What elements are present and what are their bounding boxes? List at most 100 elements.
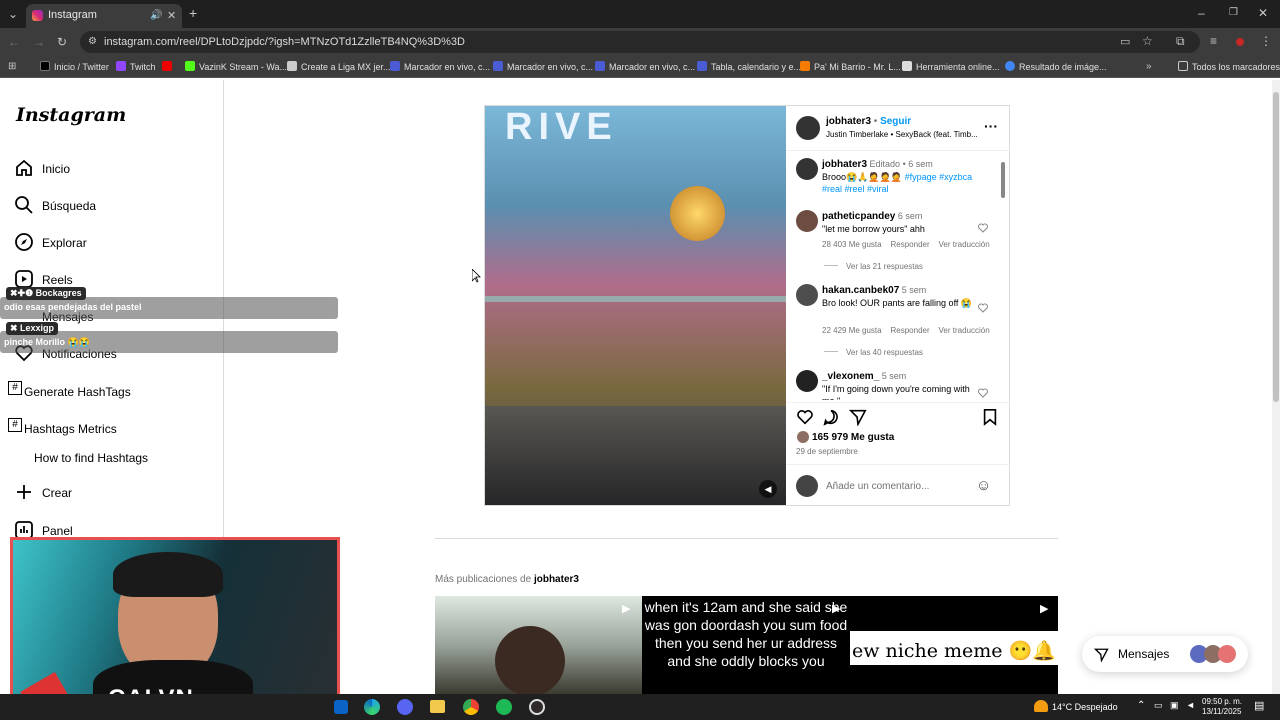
bookmark-item[interactable]: Inicio / Twitter bbox=[40, 61, 109, 72]
avatar[interactable] bbox=[796, 284, 818, 306]
comment-likes[interactable]: 22 429 Me gusta bbox=[822, 326, 882, 335]
caption-hashtags[interactable]: #fypage #xyzbca bbox=[905, 172, 973, 182]
reload-icon[interactable]: ↻ bbox=[57, 36, 67, 48]
forward-icon[interactable]: → bbox=[33, 36, 45, 48]
share-icon[interactable] bbox=[849, 408, 867, 426]
mute-icon[interactable]: ◀ bbox=[759, 480, 777, 498]
site-info-icon[interactable]: ⚙ bbox=[88, 36, 97, 48]
comment-username[interactable]: hakan.canbek07 bbox=[822, 285, 899, 296]
avatar[interactable] bbox=[796, 370, 818, 392]
avatar[interactable] bbox=[796, 116, 820, 140]
reply-button[interactable]: Responder bbox=[891, 240, 930, 249]
profile-icon[interactable] bbox=[1236, 38, 1244, 46]
caption-username[interactable]: jobhater3 bbox=[822, 159, 867, 170]
like-icon[interactable] bbox=[796, 408, 814, 426]
tray-display-icon[interactable]: ▣ bbox=[1170, 700, 1179, 711]
obs-icon[interactable] bbox=[529, 699, 545, 715]
caption-time: 6 sem bbox=[908, 159, 933, 169]
follow-button[interactable]: Seguir bbox=[880, 116, 911, 127]
audio-track[interactable]: Justin Timberlake • SexyBack (feat. Timb… bbox=[826, 130, 978, 139]
window-close-icon[interactable]: ✕ bbox=[1258, 7, 1268, 19]
bookmark-item[interactable]: Pa' Mi Barrio - Mr. L... bbox=[800, 61, 901, 72]
reply-button[interactable]: Responder bbox=[891, 326, 930, 335]
tab-close-icon[interactable]: ✕ bbox=[167, 10, 176, 22]
url-text[interactable]: instagram.com/reel/DPLtoDzjpdc/?igsh=MTN… bbox=[104, 36, 465, 48]
minimize-icon[interactable]: – bbox=[1198, 7, 1205, 19]
omnibox[interactable]: ⚙ instagram.com/reel/DPLtoDzjpdc/?igsh=M… bbox=[80, 31, 1200, 53]
like-count[interactable]: 165 979 Me gusta bbox=[812, 432, 894, 443]
mouse-cursor-icon bbox=[472, 269, 481, 283]
weather-text[interactable]: 14°C Despejado bbox=[1052, 702, 1118, 712]
more-bookmarks-icon[interactable]: » bbox=[1146, 61, 1152, 73]
clock-date[interactable]: 13/11/2025 bbox=[1202, 707, 1241, 716]
extensions-icon[interactable]: ⧉ bbox=[1176, 35, 1185, 47]
discord-icon[interactable] bbox=[397, 699, 413, 715]
comment-username[interactable]: patheticpandey bbox=[822, 211, 895, 222]
view-replies[interactable]: Ver las 21 respuestas bbox=[824, 262, 923, 271]
comment-username[interactable]: _vlexonem_ bbox=[822, 371, 879, 382]
like-comment-icon[interactable] bbox=[978, 388, 988, 398]
scroll-thumb[interactable] bbox=[1273, 92, 1279, 402]
maximize-icon[interactable]: ❐ bbox=[1229, 7, 1238, 19]
bookmark-item[interactable] bbox=[162, 61, 176, 72]
like-comment-icon[interactable] bbox=[978, 223, 988, 233]
back-icon[interactable]: ← bbox=[8, 36, 20, 48]
post-thumbnail[interactable]: when it's 12am and she said she was gon … bbox=[642, 596, 850, 694]
reel-video[interactable]: RIVE ◀ bbox=[485, 106, 786, 505]
chrome-icon[interactable] bbox=[463, 699, 479, 715]
messages-button[interactable]: Mensajes bbox=[1082, 636, 1248, 672]
tab-search-icon[interactable]: ⌄ bbox=[8, 8, 18, 20]
bookmark-item[interactable]: Marcador en vivo, c... bbox=[595, 61, 695, 72]
speaker-icon[interactable]: 🔊 bbox=[150, 10, 162, 22]
add-comment-input[interactable]: Añade un comentario... bbox=[826, 481, 929, 492]
comment-icon[interactable] bbox=[822, 408, 840, 426]
post-thumbnail[interactable]: ew niche meme 😶🔔 ▶ bbox=[850, 596, 1058, 694]
bookmark-item[interactable]: Marcador en vivo, c... bbox=[390, 61, 490, 72]
install-icon[interactable]: ▭ bbox=[1120, 36, 1130, 48]
instagram-logo[interactable]: Instagram bbox=[16, 104, 126, 126]
avatar[interactable] bbox=[796, 210, 818, 232]
tray-chevron-icon[interactable]: ⌃ bbox=[1137, 700, 1145, 711]
bookmark-item[interactable]: VazinK Stream - Wa... bbox=[185, 61, 287, 72]
page-scrollbar[interactable] bbox=[1272, 80, 1280, 694]
comment-time: 6 sem bbox=[897, 211, 923, 221]
more-posts-username[interactable]: jobhater3 bbox=[534, 574, 579, 585]
bookmark-item[interactable]: Herramienta online... bbox=[902, 61, 1000, 72]
browser-tab[interactable]: Instagram 🔊 ✕ bbox=[26, 4, 182, 28]
bookmark-item[interactable]: Twitch bbox=[116, 61, 156, 72]
emoji-icon[interactable]: ☺ bbox=[976, 477, 991, 494]
translate-button[interactable]: Ver traducción bbox=[939, 326, 990, 335]
comment-likes[interactable]: 28 403 Me gusta bbox=[822, 240, 882, 249]
reels-icon bbox=[15, 270, 33, 288]
bookmark-item[interactable]: Create a Liga MX jer... bbox=[287, 61, 391, 72]
caption-hashtags[interactable]: #real #reel #viral bbox=[822, 184, 889, 194]
volume-icon[interactable]: ◄ bbox=[1186, 700, 1195, 710]
translate-button[interactable]: Ver traducción bbox=[939, 240, 990, 249]
bookmark-star-icon[interactable]: ☆ bbox=[1142, 35, 1153, 47]
file-explorer-icon[interactable] bbox=[430, 700, 445, 713]
apps-icon[interactable]: ⊞ bbox=[8, 61, 16, 73]
bookmark-item[interactable]: Tabla, calendario y e... bbox=[697, 61, 801, 72]
spotify-icon[interactable] bbox=[496, 699, 512, 715]
comments-scrollbar[interactable] bbox=[1000, 156, 1006, 396]
bookmark-item[interactable]: Marcador en vivo, c... bbox=[493, 61, 593, 72]
taskbar-app-icon[interactable] bbox=[334, 700, 348, 714]
avatar[interactable] bbox=[796, 158, 818, 180]
menu-icon[interactable]: ⋮ bbox=[1260, 35, 1272, 47]
media-icon[interactable]: ≡ bbox=[1210, 35, 1217, 47]
more-options-icon[interactable]: ··· bbox=[984, 118, 998, 134]
chat-username: ✖✚❶ Bockagres bbox=[6, 287, 86, 300]
like-comment-icon[interactable] bbox=[978, 303, 988, 313]
clock-time[interactable]: 09:50 p. m. bbox=[1202, 697, 1242, 706]
edge-icon[interactable] bbox=[364, 699, 380, 715]
post-thumbnail[interactable]: ▶ bbox=[435, 596, 642, 694]
bookmark-item[interactable]: Resultado de imáge... bbox=[1005, 61, 1107, 72]
view-replies[interactable]: Ver las 40 respuestas bbox=[824, 348, 923, 357]
new-tab-icon[interactable]: + bbox=[189, 6, 197, 20]
tray-network-icon[interactable]: ▭ bbox=[1154, 700, 1163, 711]
save-icon[interactable] bbox=[982, 408, 998, 426]
all-bookmarks[interactable]: Todos los marcadores bbox=[1178, 61, 1280, 72]
scroll-thumb[interactable] bbox=[1001, 162, 1005, 198]
notification-icon[interactable]: ▤ bbox=[1254, 699, 1264, 712]
post-username[interactable]: jobhater3 bbox=[826, 116, 871, 127]
